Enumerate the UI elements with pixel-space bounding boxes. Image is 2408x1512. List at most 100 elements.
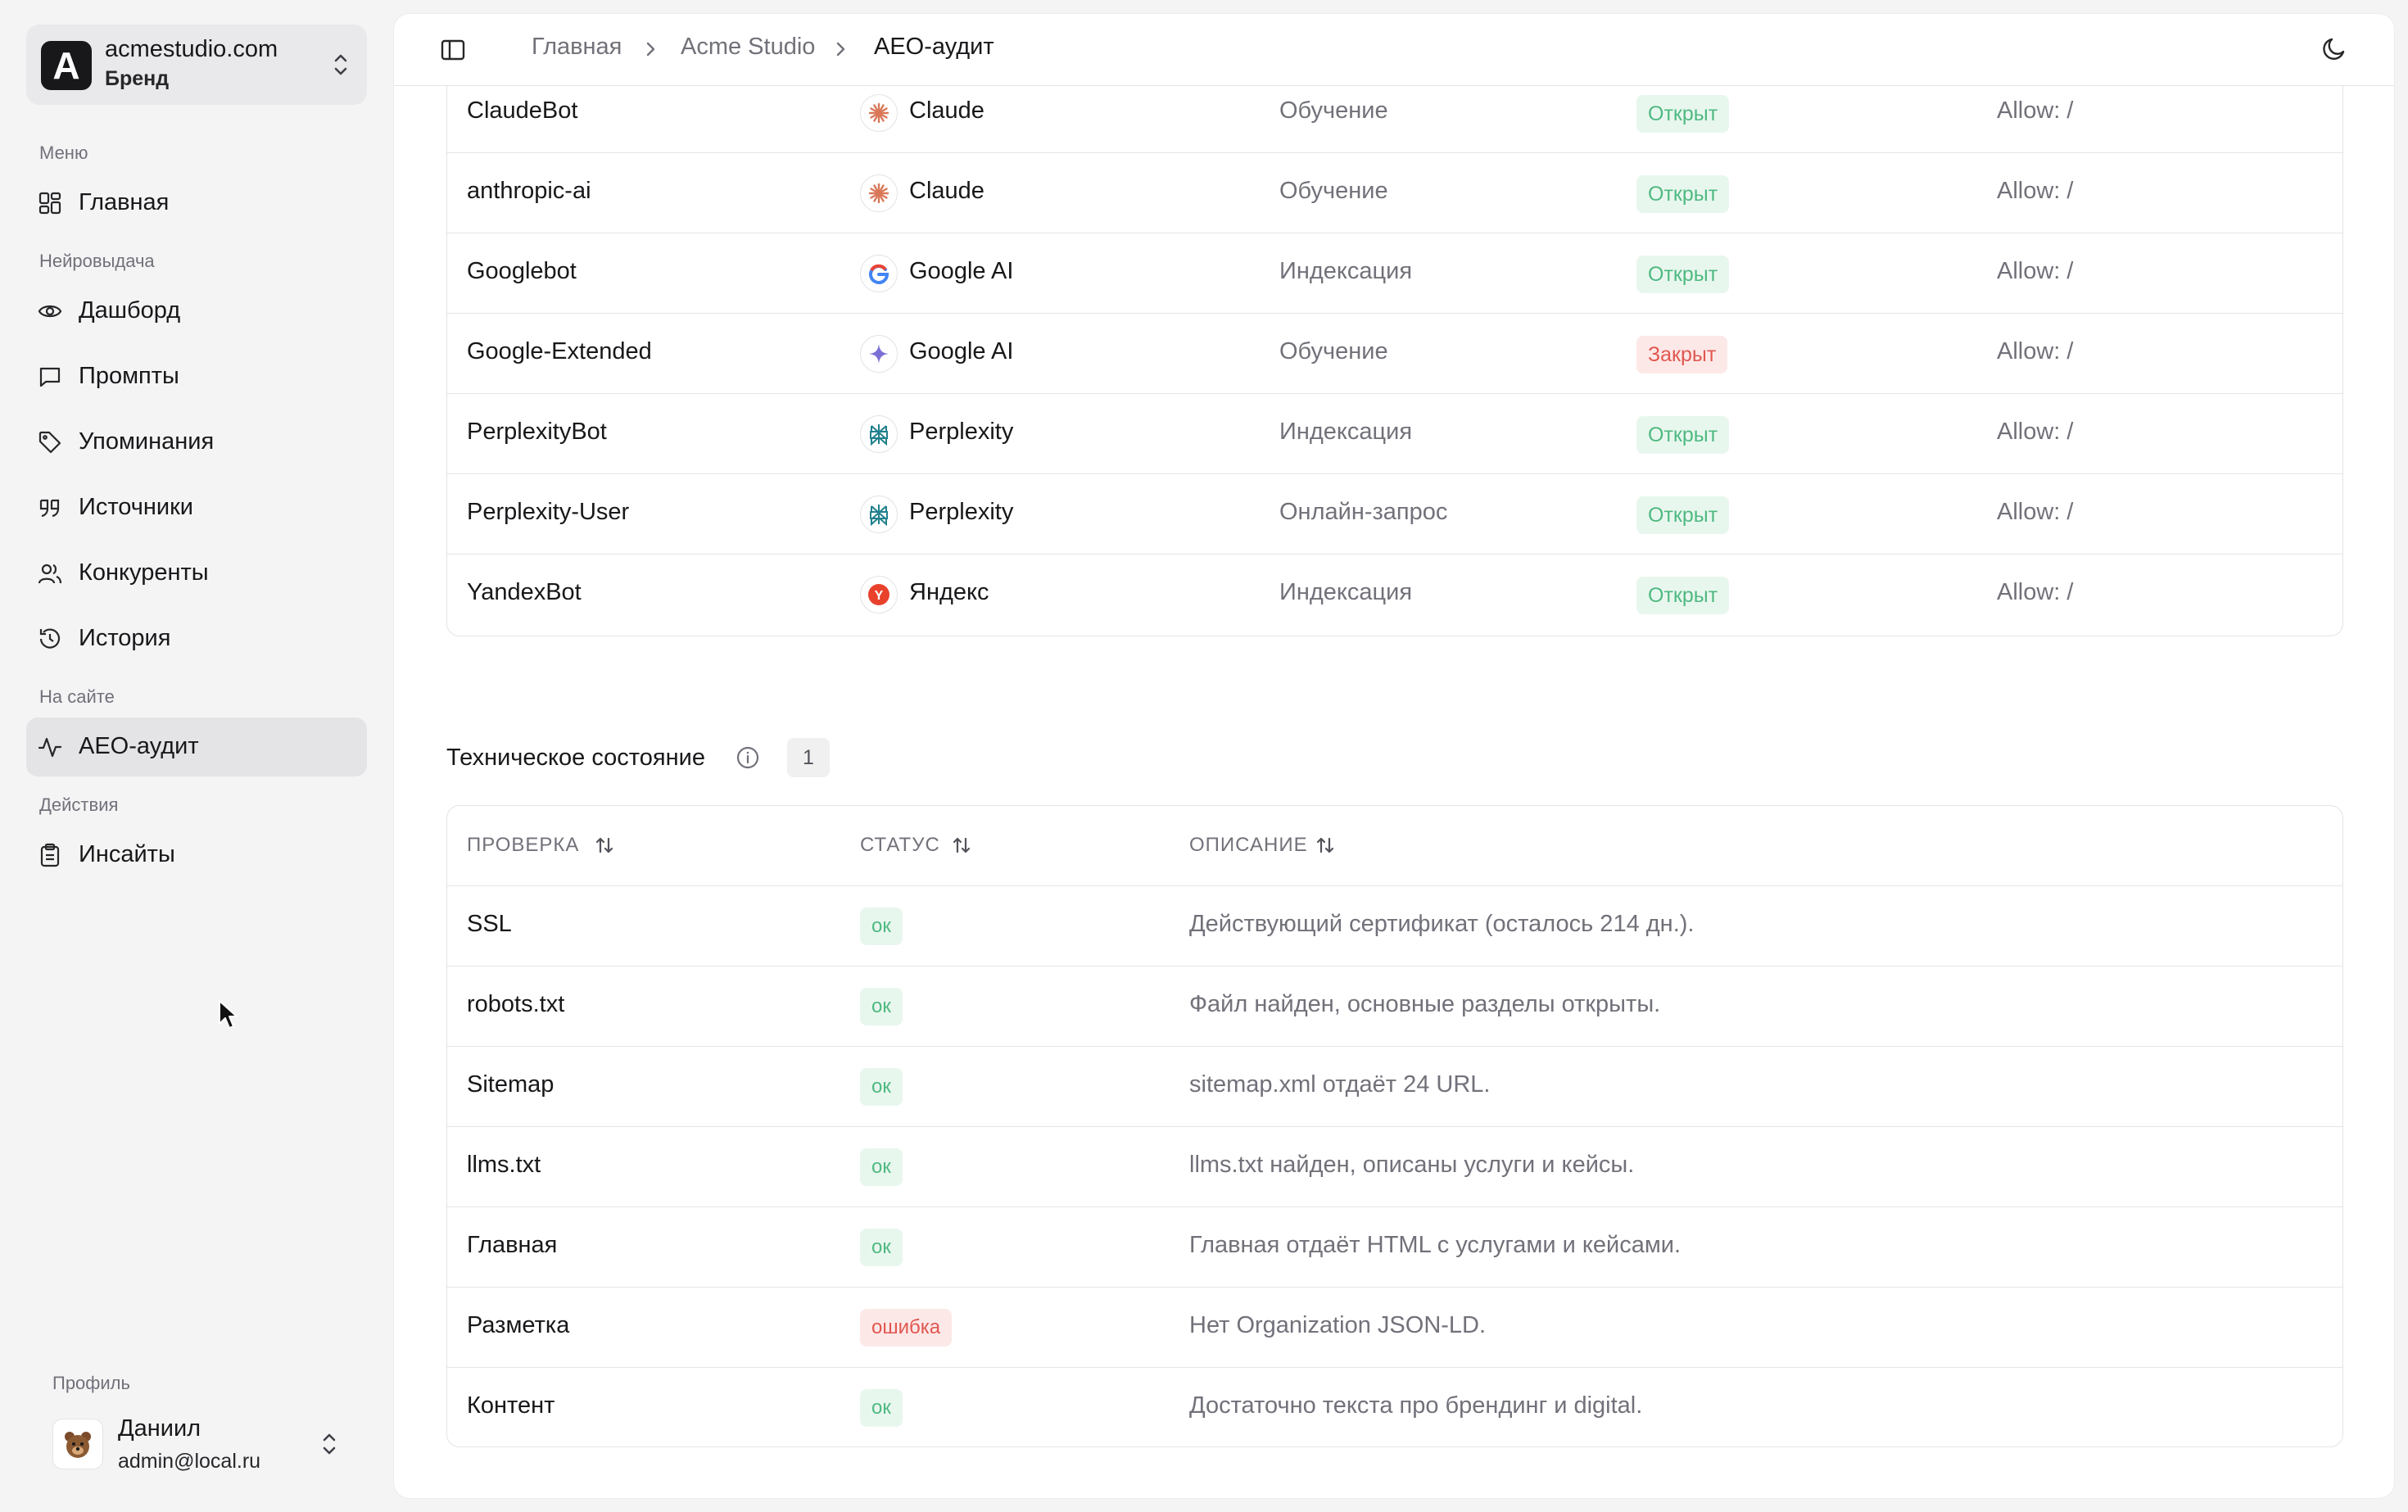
section-label-neuro: Нейровыдача: [39, 251, 155, 271]
check-description: Главная отдаёт HTML с услугами и кейсами…: [1189, 1232, 1682, 1258]
check-name: SSL: [467, 911, 512, 937]
check-status-badge: ок: [860, 1229, 903, 1266]
tech-table: ПРОВЕРКА СТАТУС ОПИСАНИЕ SSL ок Действующи…: [446, 805, 2343, 1447]
brand-switcher[interactable]: A acmestudio.com Бренд: [26, 25, 367, 105]
chevron-up-down-icon: [323, 1433, 336, 1455]
check-name: llms.txt: [467, 1152, 541, 1178]
sort-icon[interactable]: [950, 834, 973, 857]
chevron-up-down-icon: [334, 54, 347, 75]
check-status-badge: ошибка: [860, 1309, 953, 1347]
sidebar-item-insights[interactable]: Инсайты: [26, 826, 367, 885]
sidebar-item-label: Инсайты: [79, 841, 175, 867]
chevron-right-icon: [836, 42, 845, 57]
table-row: robots.txt ок Файл найден, основные раздел…: [447, 967, 2342, 1047]
column-header-description[interactable]: ОПИСАНИЕ: [1189, 834, 1308, 857]
vendor-name: Google AI: [909, 338, 1014, 364]
profile-switcher[interactable]: Даниил admin@local.ru: [39, 1406, 354, 1483]
bot-purpose: Индексация: [1279, 579, 1413, 605]
info-icon[interactable]: [735, 745, 761, 771]
table-header: ПРОВЕРКА СТАТУС ОПИСАНИЕ: [447, 806, 2342, 886]
quote-icon: [39, 499, 60, 518]
access-status-badge: Закрыт: [1636, 336, 1728, 373]
sidebar-item-history[interactable]: История: [26, 609, 367, 668]
check-name: Контент: [467, 1392, 555, 1419]
sidebar-item-competitors[interactable]: Конкуренты: [26, 544, 367, 603]
check-name: Sitemap: [467, 1071, 554, 1098]
vendor-logo: [860, 94, 898, 132]
check-status-badge: ок: [860, 1068, 903, 1106]
bear-icon: [65, 1432, 91, 1458]
sidebar-toggle-icon[interactable]: [440, 37, 466, 63]
bot-purpose: Онлайн-запрос: [1279, 499, 1448, 525]
brand-logo: A: [41, 41, 92, 90]
vendor-logo: [860, 496, 898, 533]
check-description: sitemap.xml отдаёт 24 URL.: [1189, 1071, 1491, 1098]
section-label-menu: Меню: [39, 143, 88, 163]
table-row: llms.txt ок llms.txt найден, описаны услуг…: [447, 1127, 2342, 1207]
vendor-name: Яндекс: [909, 579, 989, 605]
breadcrumb-brand[interactable]: Acme Studio: [681, 34, 815, 61]
sidebar-item-label: Источники: [79, 494, 194, 520]
tech-section-title: Техническое состояние: [446, 745, 705, 771]
column-header-status[interactable]: СТАТУС: [860, 834, 940, 857]
section-label-actions: Действия: [39, 794, 119, 815]
activity-icon: [38, 737, 62, 758]
check-status-badge: ок: [860, 908, 903, 945]
robots-rule: Allow: /: [1997, 258, 2074, 284]
vendor-logo: [860, 255, 898, 292]
vendor-name: Perplexity: [909, 419, 1014, 445]
bot-name: anthropic-ai: [467, 178, 591, 204]
vendor-name: Google AI: [909, 258, 1014, 284]
check-name: robots.txt: [467, 991, 565, 1017]
table-row: Sitemap ок sitemap.xml отдаёт 24 URL.: [447, 1047, 2342, 1127]
table-row: PerplexityBot Perplexity Индексация Открыт A…: [447, 394, 2342, 474]
table-row: Perplexity-User Perplexity Онлайн-запрос От…: [447, 474, 2342, 555]
sidebar-item-label: Промпты: [79, 363, 179, 389]
breadcrumb-home[interactable]: Главная: [532, 34, 622, 61]
home-grid-icon: [38, 192, 61, 215]
check-description: llms.txt найден, описаны услуги и кейсы.: [1189, 1152, 1635, 1178]
table-row: SSL ок Действующий сертификат (осталось 21…: [447, 886, 2342, 967]
sidebar-item-prompts[interactable]: Промпты: [26, 347, 367, 406]
tag-icon: [38, 431, 61, 454]
sort-icon[interactable]: [1314, 834, 1337, 857]
gemini-icon: [869, 344, 889, 364]
vendor-logo: [860, 335, 898, 373]
moon-icon[interactable]: [2320, 35, 2348, 63]
robots-rule: Allow: /: [1997, 338, 2074, 364]
bot-name: Googlebot: [467, 258, 577, 284]
table-row: Google-Extended Google AI Обучение Закрыт Al…: [447, 314, 2342, 394]
perplexity-icon: [870, 424, 888, 446]
check-description: Нет Organization JSON-LD.: [1189, 1312, 1487, 1338]
sidebar-item-mentions[interactable]: Упоминания: [26, 413, 367, 472]
sidebar-item-sources[interactable]: Источники: [26, 478, 367, 537]
main-panel: Claude-WebClaudeОнлайн-запросОткрытAllow…: [393, 13, 2395, 1499]
clipboard-icon: [40, 843, 60, 867]
sidebar-item-label: AEO-аудит: [79, 733, 199, 759]
vendor-name: Perplexity: [909, 499, 1014, 525]
eye-icon: [38, 305, 62, 318]
bot-purpose: Индексация: [1279, 258, 1413, 284]
table-row: anthropic-ai Claude Обучение Открыт Allow: /: [447, 153, 2342, 233]
column-header-check[interactable]: ПРОВЕРКА: [467, 834, 579, 857]
table-row: Googlebot Google AI Индексация Открыт Allow:…: [447, 233, 2342, 314]
sidebar: A acmestudio.com Бренд Меню Главная Нейр…: [0, 0, 393, 1512]
robots-rule: Allow: /: [1997, 97, 2074, 124]
sidebar-item-label: Дашборд: [79, 297, 181, 324]
bot-name: Google-Extended: [467, 338, 652, 364]
check-name: Главная: [467, 1232, 558, 1258]
table-row: YandexBot Y Яндекс Индексация Открыт Allow: /: [447, 555, 2342, 635]
bot-purpose: Обучение: [1279, 338, 1388, 364]
sidebar-item-label: Конкуренты: [79, 559, 209, 586]
vendor-logo: [860, 415, 898, 453]
check-status-badge: ок: [860, 988, 903, 1025]
sidebar-item-home[interactable]: Главная: [26, 174, 367, 233]
sort-icon[interactable]: [593, 834, 616, 857]
check-status-badge: ок: [860, 1389, 903, 1427]
sidebar-item-aeo-audit[interactable]: AEO-аудит: [26, 718, 367, 776]
robots-rule: Allow: /: [1997, 419, 2074, 445]
bot-name: ClaudeBot: [467, 97, 578, 124]
top-bar: Главная Acme Studio AEO-аудит: [394, 14, 2394, 86]
history-icon: [39, 628, 61, 649]
sidebar-item-dashboard[interactable]: Дашборд: [26, 282, 367, 341]
